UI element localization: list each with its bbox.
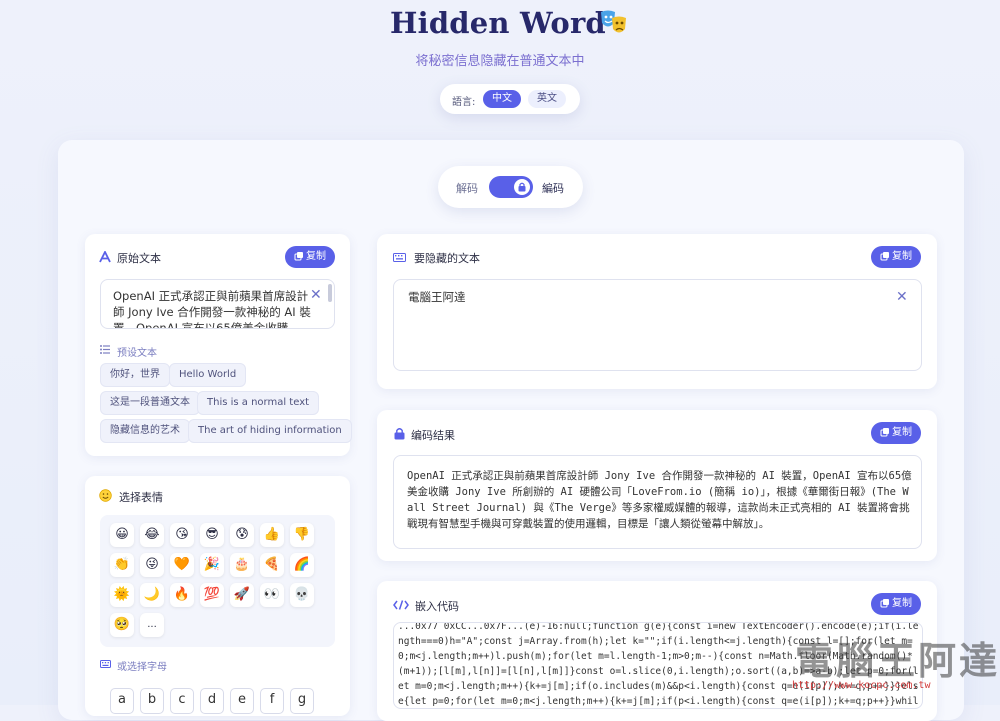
encode-label[interactable]: 編码 bbox=[542, 180, 564, 196]
copy-icon bbox=[880, 599, 889, 608]
list-icon bbox=[100, 345, 110, 354]
emoji-button[interactable]: 🚀 bbox=[230, 583, 254, 607]
app-subtitle: 将秘密信息隐藏在普通文本中 bbox=[415, 54, 585, 69]
preset-chip[interactable]: This is a normal text bbox=[197, 391, 320, 415]
copy-label: 复制 bbox=[306, 251, 326, 262]
emoji-button[interactable]: 🔥 bbox=[170, 583, 194, 607]
emoji-button[interactable]: 💯 bbox=[200, 583, 224, 607]
letter-button[interactable]: a bbox=[110, 688, 134, 714]
theater-masks-icon bbox=[601, 10, 626, 33]
decode-label[interactable]: 解码 bbox=[456, 180, 478, 196]
copy-result-button[interactable]: 复制 bbox=[871, 422, 921, 444]
copy-icon bbox=[880, 428, 889, 437]
result-card: 编码结果 复制 OpenAI 正式承認正與前蘋果首席設計師 Jony Ive 合… bbox=[377, 410, 937, 561]
header: Hidden Word 将秘密信息隐藏在普通文本中 語言: 中文 英文 bbox=[0, 0, 1000, 130]
emoji-button[interactable]: 💀 bbox=[290, 583, 314, 607]
emoji-button[interactable]: 🎉 bbox=[200, 553, 224, 577]
clear-original-button[interactable]: ✕ bbox=[310, 288, 322, 302]
copy-embed-button[interactable]: 复制 bbox=[871, 593, 921, 615]
preset-chip[interactable]: 隐藏信息的艺术 bbox=[100, 419, 190, 443]
result-output[interactable]: OpenAI 正式承認正與前蘋果首席設計師 Jony Ive 合作開發一款神秘的… bbox=[393, 455, 922, 549]
hidden-text-content: 電腦王阿達 bbox=[408, 290, 466, 304]
emoji-button[interactable]: 😜 bbox=[140, 553, 164, 577]
preset-label: 预设文本 bbox=[117, 348, 157, 359]
lock-icon bbox=[394, 428, 405, 440]
preset-chip[interactable]: 你好，世界 bbox=[100, 363, 170, 387]
original-text-input[interactable]: OpenAI 正式承認正與前蘋果首席設計師 Jony Ive 合作開發一款神秘的… bbox=[100, 279, 335, 329]
watermark-text: 電腦王阿達 bbox=[795, 639, 1000, 683]
emoji-button[interactable]: 😎 bbox=[200, 523, 224, 547]
letter-button[interactable]: e bbox=[230, 688, 254, 714]
preset-chip[interactable]: 这是一段普通文本 bbox=[100, 391, 200, 415]
result-content: OpenAI 正式承認正與前蘋果首席設計師 Jony Ive 合作開發一款神秘的… bbox=[407, 470, 912, 530]
language-option-zh[interactable]: 中文 bbox=[483, 90, 521, 108]
code-icon bbox=[393, 600, 409, 610]
keyboard-icon bbox=[100, 660, 111, 668]
preset-chip[interactable]: Hello World bbox=[169, 363, 247, 387]
emoji-grid: 😀 😂 😘 😎 😰 👍 👎 👏 😜 🧡 🎉 🎂 🍕 🌈 🌞 🌙 🔥 💯 🚀 👀 … bbox=[100, 515, 335, 647]
emoji-button[interactable]: 👎 bbox=[290, 523, 314, 547]
emoji-button[interactable]: 😘 bbox=[170, 523, 194, 547]
letters-title: 或选择字母 bbox=[117, 662, 167, 673]
letter-button[interactable]: d bbox=[200, 688, 224, 714]
emoji-button[interactable]: 😂 bbox=[140, 523, 164, 547]
emoji-button[interactable]: 😰 bbox=[230, 523, 254, 547]
letter-button[interactable]: g bbox=[290, 688, 314, 714]
emoji-button[interactable]: 🎂 bbox=[230, 553, 254, 577]
copy-hidden-button[interactable]: 复制 bbox=[871, 246, 921, 268]
emoji-button[interactable]: 🌞 bbox=[110, 583, 134, 607]
emoji-title: 选择表情 bbox=[119, 491, 163, 504]
scrollbar[interactable] bbox=[328, 284, 332, 302]
copy-label: 复制 bbox=[892, 427, 912, 438]
smile-icon bbox=[99, 489, 112, 502]
emoji-button[interactable]: 🥺 bbox=[110, 613, 134, 637]
original-text-card: 原始文本 复制 OpenAI 正式承認正與前蘋果首席設計師 Jony Ive 合… bbox=[85, 234, 352, 456]
emoji-button[interactable]: 👀 bbox=[260, 583, 284, 607]
clear-hidden-button[interactable]: ✕ bbox=[896, 290, 908, 304]
letter-button[interactable]: b bbox=[140, 688, 164, 714]
hidden-text-input[interactable]: 電腦王阿達 bbox=[393, 279, 922, 371]
emoji-more-button[interactable]: ... bbox=[140, 613, 164, 637]
original-text-content: OpenAI 正式承認正與前蘋果首席設計師 Jony Ive 合作開發一款神秘的… bbox=[113, 289, 311, 329]
emoji-button[interactable]: 🌈 bbox=[290, 553, 314, 577]
language-selector: 語言: 中文 英文 bbox=[440, 84, 580, 114]
mode-switch[interactable] bbox=[489, 176, 533, 198]
copy-label: 复制 bbox=[892, 251, 912, 262]
copy-label: 复制 bbox=[892, 598, 912, 609]
language-label: 語言: bbox=[452, 97, 476, 108]
letter-button[interactable]: c bbox=[170, 688, 194, 714]
switch-knob bbox=[514, 179, 530, 195]
emoji-button[interactable]: 🌙 bbox=[140, 583, 164, 607]
original-text-title: 原始文本 bbox=[117, 252, 161, 265]
mode-toggle: 解码 編码 bbox=[438, 166, 583, 208]
embed-title: 嵌入代码 bbox=[415, 600, 459, 613]
watermark-url: http://www.kocpc.com.tw bbox=[792, 680, 931, 691]
hidden-text-card: 要隐藏的文本 复制 電腦王阿達 ✕ bbox=[377, 234, 937, 389]
copy-icon bbox=[880, 252, 889, 261]
copy-icon bbox=[294, 252, 303, 261]
letter-button[interactable]: f bbox=[260, 688, 284, 714]
result-title: 编码结果 bbox=[411, 429, 455, 442]
preset-chip[interactable]: The art of hiding information bbox=[188, 419, 352, 443]
emoji-button[interactable]: 😀 bbox=[110, 523, 134, 547]
font-icon bbox=[99, 251, 111, 263]
hidden-text-title: 要隐藏的文本 bbox=[414, 252, 480, 265]
app-title: Hidden Word bbox=[390, 6, 606, 40]
keyboard-icon bbox=[393, 253, 406, 262]
lock-icon bbox=[518, 182, 526, 192]
emoji-button[interactable]: 👏 bbox=[110, 553, 134, 577]
language-option-en[interactable]: 英文 bbox=[528, 90, 566, 108]
emoji-button[interactable]: 👍 bbox=[260, 523, 284, 547]
copy-original-button[interactable]: 复制 bbox=[285, 246, 335, 268]
emoji-button[interactable]: 🧡 bbox=[170, 553, 194, 577]
emoji-button[interactable]: 🍕 bbox=[260, 553, 284, 577]
